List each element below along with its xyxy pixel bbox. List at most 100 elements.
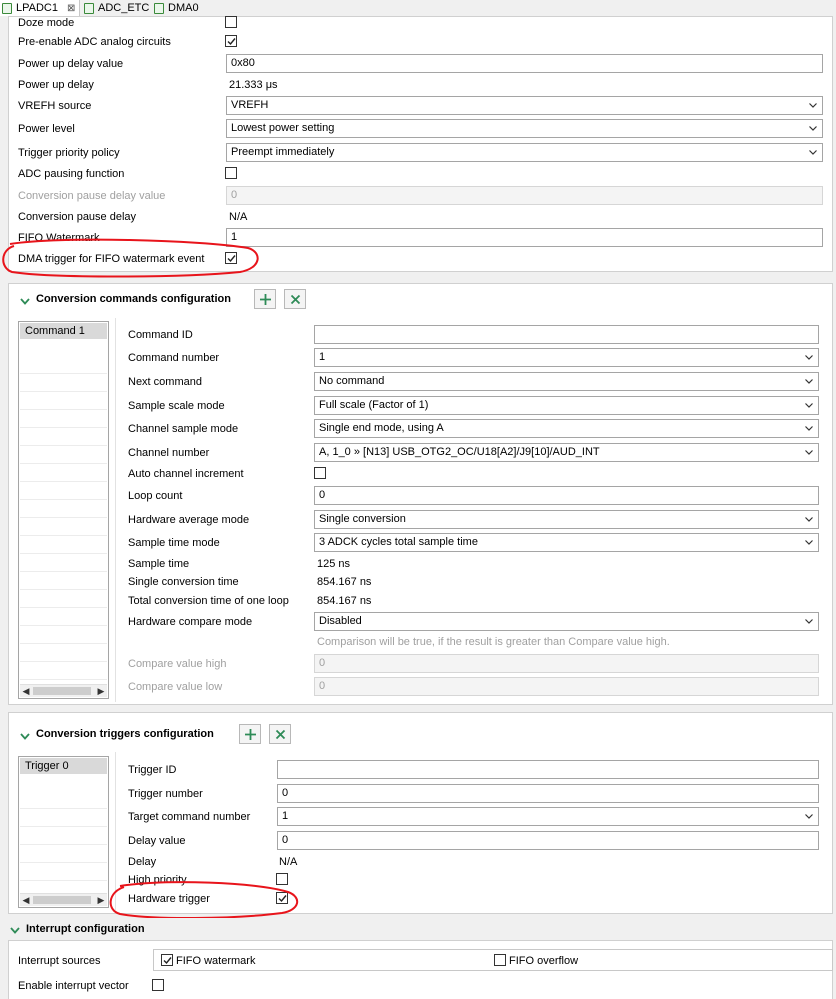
enable-interrupt-vector-checkbox[interactable] [152, 979, 164, 991]
compare-value-high-label: Compare value high [128, 658, 227, 670]
list-row [20, 863, 107, 881]
trigger-number-label: Trigger number [128, 788, 203, 800]
horizontal-scrollbar[interactable]: ◀ ▶ [20, 893, 107, 906]
pre-enable-checkbox[interactable] [225, 35, 237, 47]
tab-lpadc1[interactable]: LPADC1 ⊠ [0, 0, 80, 16]
component-icon [84, 3, 94, 14]
remove-command-button[interactable] [284, 289, 306, 309]
chevron-down-icon [807, 144, 819, 161]
fifo-overflow-source-label: FIFO overflow [509, 955, 579, 967]
select-value: 3 ADCK cycles total sample time [319, 536, 478, 548]
scroll-left-icon[interactable]: ◀ [20, 894, 32, 906]
next-command-select[interactable]: No command [314, 372, 819, 391]
target-command-number-label: Target command number [128, 811, 251, 823]
fifo-overflow-checkbox[interactable] [494, 954, 506, 966]
pre-enable-label: Pre-enable ADC analog circuits [18, 36, 171, 48]
power-up-delay-label: Power up delay [18, 79, 94, 91]
select-value: Preempt immediately [231, 146, 335, 158]
sample-scale-mode-select[interactable]: Full scale (Factor of 1) [314, 396, 819, 415]
close-icon[interactable]: ⊠ [67, 3, 75, 14]
list-row [20, 608, 107, 626]
close-icon [275, 729, 286, 740]
tab-adc-etc[interactable]: ADC_ETC [82, 0, 150, 16]
list-item-command-1[interactable]: Command 1 [20, 323, 107, 339]
power-level-select[interactable]: Lowest power setting [226, 119, 823, 138]
channel-sample-mode-select[interactable]: Single end mode, using A [314, 419, 819, 438]
channel-number-select[interactable]: A, 1_0 » [N13] USB_OTG2_OC/U18[A2]/J9[10… [314, 443, 819, 462]
scroll-thumb[interactable] [33, 687, 91, 695]
add-trigger-button[interactable] [239, 724, 261, 744]
list-row [20, 446, 107, 464]
chevron-down-icon [803, 349, 815, 366]
vrefh-source-select[interactable]: VREFH [226, 96, 823, 115]
collapse-chevron-icon[interactable] [10, 925, 20, 934]
hardware-compare-mode-select[interactable]: Disabled [314, 612, 819, 631]
delay-value-label: Delay value [128, 835, 186, 847]
sample-time-value: 125 ns [317, 558, 351, 570]
select-value: A, 1_0 » [N13] USB_OTG2_OC/U18[A2]/J9[10… [319, 446, 600, 458]
command-list[interactable]: Command 1 ◀ ▶ [18, 321, 109, 699]
chevron-down-icon [803, 373, 815, 390]
remove-trigger-button[interactable] [269, 724, 291, 744]
delay-value-input[interactable]: 0 [277, 831, 819, 850]
fifo-watermark-input[interactable]: 1 [226, 228, 823, 247]
command-id-input[interactable] [314, 325, 819, 344]
horizontal-scrollbar[interactable]: ◀ ▶ [20, 684, 107, 697]
auto-channel-increment-label: Auto channel increment [128, 468, 244, 480]
fifo-watermark-source-label: FIFO watermark [176, 955, 256, 967]
adc-pausing-checkbox[interactable] [225, 167, 237, 179]
conversion-pause-delay-label: Conversion pause delay [18, 211, 137, 223]
conversion-pause-delay-value: N/A [229, 211, 248, 223]
auto-channel-increment-checkbox[interactable] [314, 467, 326, 479]
list-row [20, 590, 107, 608]
select-value: VREFH [231, 99, 269, 111]
select-value: Disabled [319, 615, 362, 627]
trigger-list[interactable]: Trigger 0 ◀ ▶ [18, 756, 109, 908]
tab-label: LPADC1 [16, 2, 58, 14]
divider [115, 318, 116, 702]
compare-value-high-input: 0 [314, 654, 819, 673]
list-item-trigger-0[interactable]: Trigger 0 [20, 758, 107, 774]
list-row [20, 626, 107, 644]
plus-icon [260, 294, 271, 305]
sample-time-label: Sample time [128, 558, 190, 570]
hardware-trigger-checkbox[interactable] [276, 892, 288, 904]
dma-trigger-checkbox[interactable] [225, 252, 237, 264]
select-value: Single conversion [319, 513, 406, 525]
fifo-watermark-checkbox[interactable] [161, 954, 173, 966]
trigger-id-input[interactable] [277, 760, 819, 779]
adc-pausing-label: ADC pausing function [18, 168, 125, 180]
sample-time-mode-select[interactable]: 3 ADCK cycles total sample time [314, 533, 819, 552]
loop-count-input[interactable]: 0 [314, 486, 819, 505]
hardware-average-mode-select[interactable]: Single conversion [314, 510, 819, 529]
power-up-delay-value: 21.333 μs [229, 79, 278, 91]
select-value: Lowest power setting [231, 122, 335, 134]
component-icon [154, 3, 164, 14]
command-number-select[interactable]: 1 [314, 348, 819, 367]
chevron-down-icon [807, 97, 819, 114]
fifo-watermark-label: FIFO Watermark [18, 232, 100, 244]
chevron-down-icon [803, 511, 815, 528]
collapse-chevron-icon[interactable] [20, 296, 30, 305]
vrefh-source-label: VREFH source [18, 100, 92, 112]
sample-time-mode-label: Sample time mode [128, 537, 220, 549]
chevron-down-icon [803, 397, 815, 414]
tab-label: DMA0 [168, 2, 199, 14]
single-conversion-time-label: Single conversion time [128, 576, 239, 588]
high-priority-checkbox[interactable] [276, 873, 288, 885]
trigger-priority-policy-select[interactable]: Preempt immediately [226, 143, 823, 162]
tab-dma0[interactable]: DMA0 [152, 0, 206, 16]
doze-mode-checkbox[interactable] [225, 16, 237, 28]
scroll-thumb[interactable] [33, 896, 91, 904]
scroll-left-icon[interactable]: ◀ [20, 685, 32, 697]
power-up-delay-value-input[interactable]: 0x80 [226, 54, 823, 73]
collapse-chevron-icon[interactable] [20, 731, 30, 740]
add-command-button[interactable] [254, 289, 276, 309]
trigger-number-input[interactable]: 0 [277, 784, 819, 803]
component-icon [2, 3, 12, 14]
scroll-right-icon[interactable]: ▶ [95, 685, 107, 697]
divider [115, 752, 116, 910]
interrupt-configuration-title: Interrupt configuration [26, 923, 145, 935]
target-command-number-select[interactable]: 1 [277, 807, 819, 826]
scroll-right-icon[interactable]: ▶ [95, 894, 107, 906]
